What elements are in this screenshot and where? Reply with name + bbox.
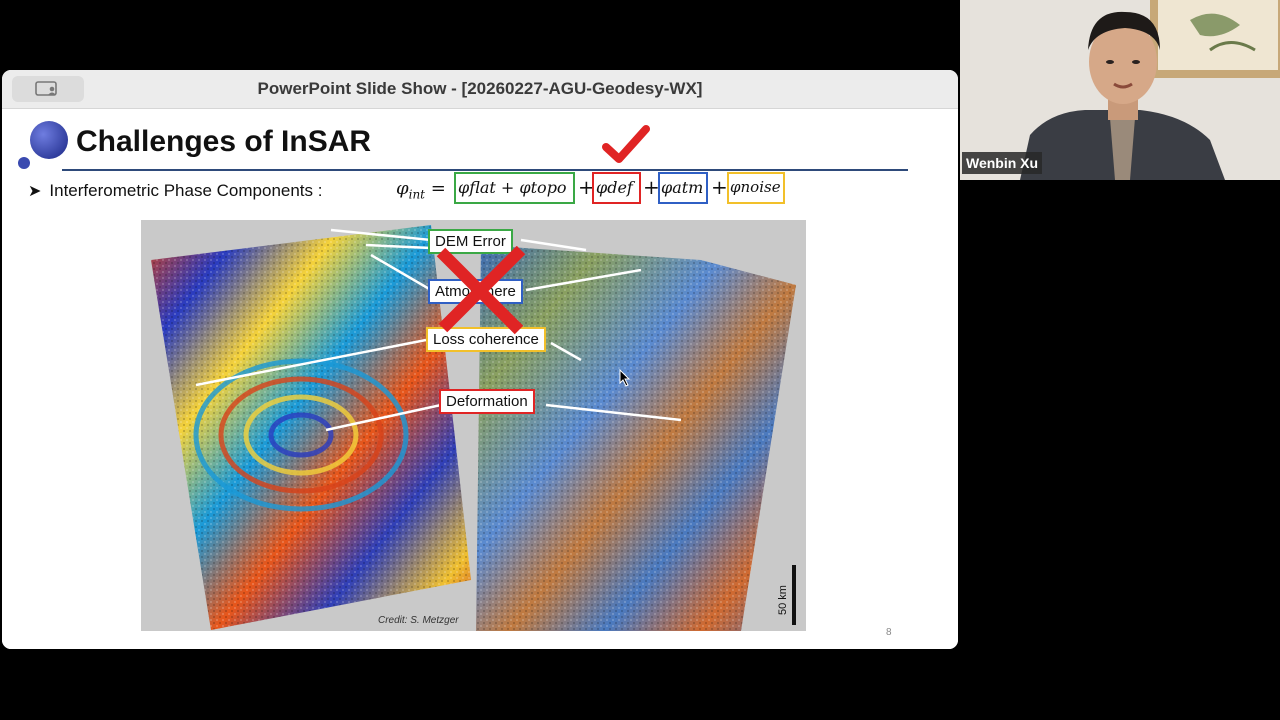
check-icon (602, 125, 650, 163)
scale-bar (792, 565, 796, 625)
window-titlebar: PowerPoint Slide Show - [20260227-AGU-Ge… (2, 70, 958, 109)
slideshow-window: PowerPoint Slide Show - [20260227-AGU-Ge… (2, 70, 958, 649)
mouse-cursor-icon (619, 369, 631, 387)
bullet-arrow-icon: ➤ (28, 183, 42, 200)
term-noise: φnoise (730, 178, 781, 196)
term-flat-topo: φflat + φtopo (458, 178, 567, 197)
label-deformation: Deformation (439, 389, 535, 414)
term-atm: φatm (661, 178, 704, 197)
title-decoration (18, 121, 68, 169)
bullet-item: ➤ Interferometric Phase Components : (28, 181, 322, 201)
slide-page-number: 8 (886, 627, 892, 638)
slide-title: Challenges of InSAR (76, 125, 372, 158)
bullet-text: Interferometric Phase Components : (49, 181, 323, 200)
participant-name: Wenbin Xu (962, 152, 1043, 174)
equation-lhs: φint = (396, 178, 446, 202)
title-rule (62, 169, 908, 171)
slide[interactable]: Challenges of InSAR ➤ Interferometric Ph… (2, 109, 958, 649)
plus-sign: + (711, 175, 728, 199)
cross-icon (436, 246, 526, 335)
interferogram-figure: Credit: S. Metzger 50 km DEM Error Atmos… (141, 220, 806, 631)
credit-text: Credit: S. Metzger (378, 615, 459, 626)
window-title: PowerPoint Slide Show - [20260227-AGU-Ge… (257, 79, 703, 98)
term-def: φdef (596, 178, 633, 197)
scale-label: 50 km (777, 585, 789, 615)
